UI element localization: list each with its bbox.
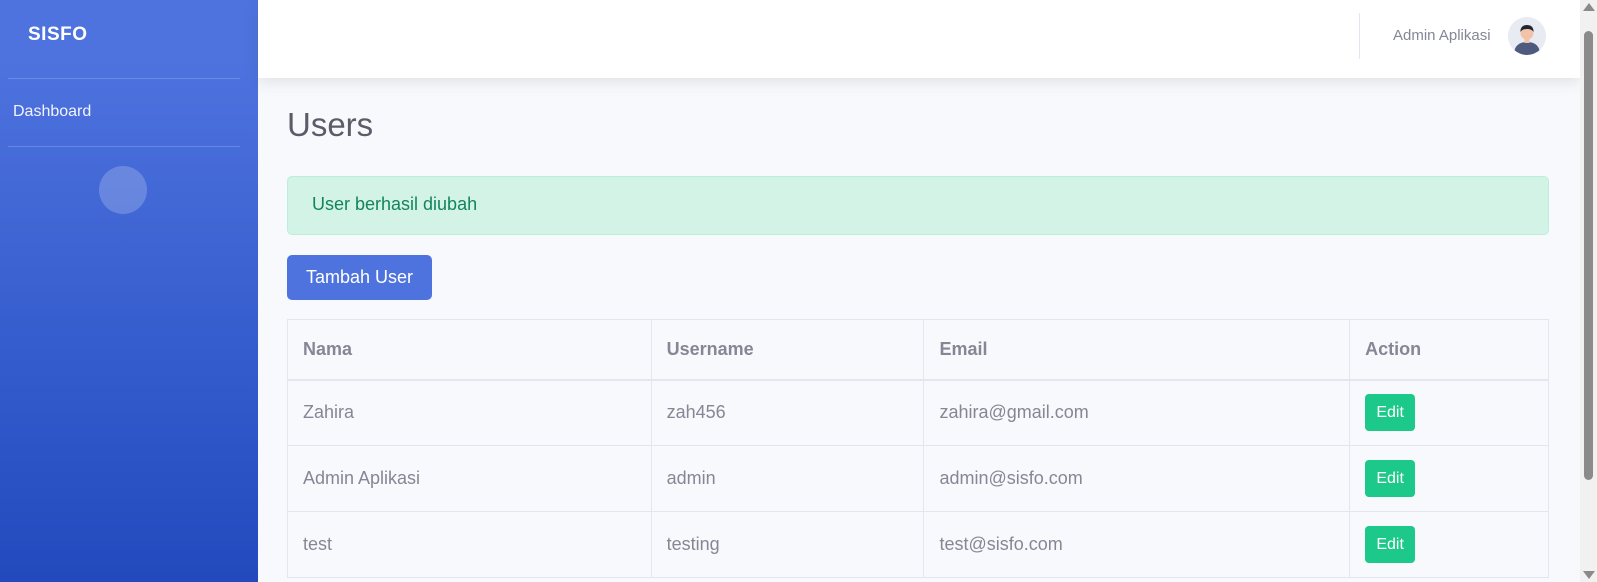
column-header-action: Action bbox=[1349, 319, 1549, 380]
sidebar-brand[interactable]: SISFO bbox=[28, 24, 88, 46]
edit-button[interactable]: Edit bbox=[1365, 460, 1416, 497]
cell-email: admin@sisfo.com bbox=[923, 445, 1351, 512]
sidebar-toggle-button[interactable] bbox=[99, 166, 147, 214]
column-header-username: Username bbox=[650, 319, 925, 380]
cell-email: zahira@gmail.com bbox=[923, 379, 1351, 446]
topbar-divider bbox=[1359, 13, 1360, 59]
column-header-nama: Nama bbox=[287, 319, 652, 380]
sidebar: SISFO Dashboard bbox=[0, 0, 258, 582]
cell-action: Edit bbox=[1349, 379, 1549, 446]
success-alert: User berhasil diubah bbox=[287, 176, 1549, 235]
table-row: Admin Aplikasi admin admin@sisfo.com Edi… bbox=[287, 445, 1549, 512]
column-header-email: Email bbox=[923, 319, 1351, 380]
add-user-button[interactable]: Tambah User bbox=[287, 255, 432, 300]
scrollbar-thumb[interactable] bbox=[1584, 31, 1593, 480]
edit-button[interactable]: Edit bbox=[1365, 394, 1416, 432]
scroll-up-icon[interactable] bbox=[1583, 3, 1595, 11]
cell-nama: test bbox=[287, 511, 652, 578]
cell-username: testing bbox=[650, 511, 925, 578]
page-title: Users bbox=[287, 106, 374, 143]
topbar-user-name[interactable]: Admin Aplikasi bbox=[1393, 27, 1491, 44]
cell-email: test@sisfo.com bbox=[923, 511, 1351, 578]
user-avatar-icon[interactable] bbox=[1508, 17, 1546, 55]
cell-nama: Zahira bbox=[287, 379, 652, 446]
edit-button[interactable]: Edit bbox=[1365, 526, 1416, 563]
users-table: Nama Username Email Action Zahira zah456… bbox=[287, 319, 1549, 578]
cell-action: Edit bbox=[1349, 445, 1549, 512]
sidebar-item-dashboard[interactable]: Dashboard bbox=[13, 103, 91, 121]
cell-action: Edit bbox=[1349, 511, 1549, 578]
cell-nama: Admin Aplikasi bbox=[287, 445, 652, 512]
sidebar-divider bbox=[8, 146, 240, 147]
scroll-down-icon[interactable] bbox=[1583, 571, 1595, 579]
table-row: Zahira zah456 zahira@gmail.com Edit bbox=[287, 379, 1549, 446]
topbar: Admin Aplikasi bbox=[258, 0, 1580, 78]
cell-username: zah456 bbox=[650, 379, 925, 446]
sidebar-divider bbox=[8, 78, 240, 79]
page-scrollbar[interactable] bbox=[1580, 0, 1597, 582]
avatar-illustration bbox=[1508, 17, 1546, 55]
table-header-row: Nama Username Email Action bbox=[287, 319, 1549, 380]
cell-username: admin bbox=[650, 445, 925, 512]
table-row: test testing test@sisfo.com Edit bbox=[287, 511, 1549, 578]
